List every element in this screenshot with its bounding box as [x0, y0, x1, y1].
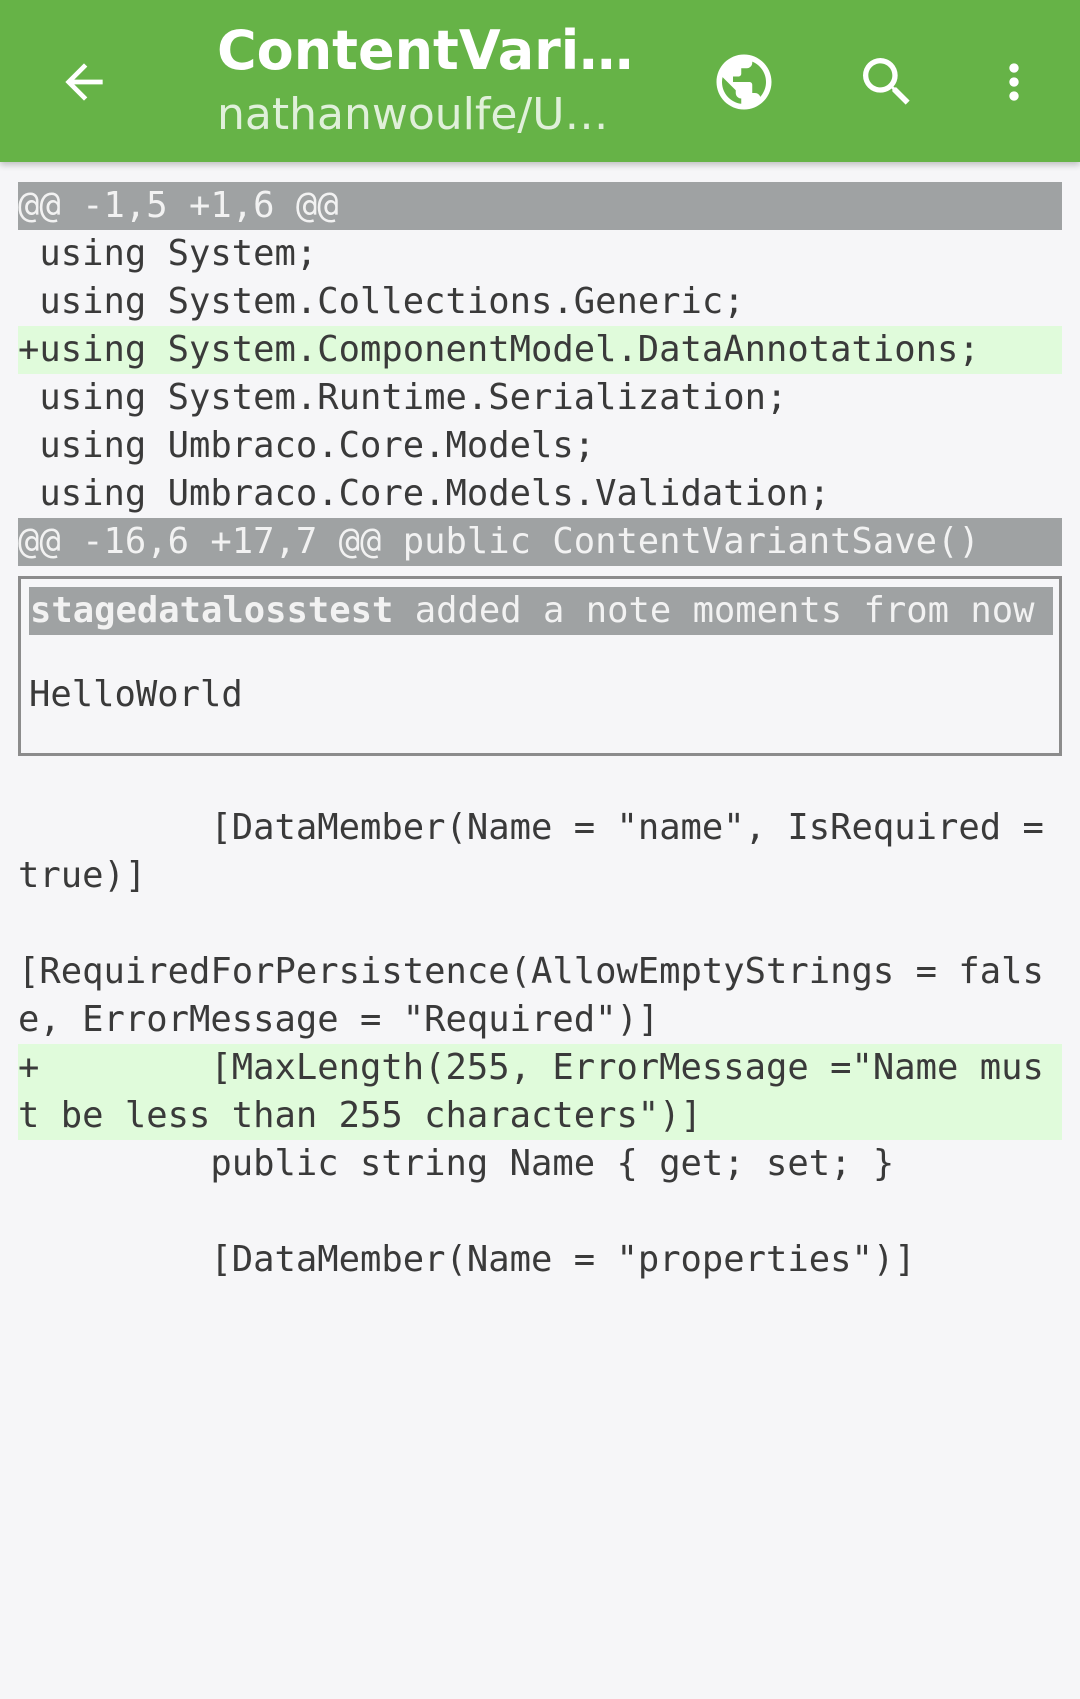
diff-line-context: [18, 900, 1062, 948]
back-button[interactable]: [40, 38, 128, 126]
note-author[interactable]: stagedatalosstest: [30, 590, 393, 631]
diff-lines-bottom: [DataMember(Name = "name", IsRequired = …: [18, 804, 1062, 1284]
note-header: stagedatalosstest added a note moments f…: [29, 587, 1053, 635]
page-title: ContentVariantSave.cs: [217, 19, 647, 82]
diff-line-context: using Umbraco.Core.Models;: [18, 425, 596, 466]
search-button[interactable]: [843, 38, 931, 126]
globe-icon: [716, 54, 772, 110]
search-icon: [863, 58, 910, 105]
diff-line-context: using Umbraco.Core.Models.Validation;: [18, 473, 831, 514]
open-in-browser-button[interactable]: [700, 38, 788, 126]
diff-line-added: + [MaxLength(255, ErrorMessage ="Name mu…: [18, 1044, 1062, 1140]
diff-hunk-header: @@ -1,5 +1,6 @@: [18, 182, 1062, 230]
diff-line-context: [DataMember(Name = "properties")]: [18, 1239, 916, 1280]
diff-line-context: [18, 1188, 1062, 1236]
overflow-menu-button[interactable]: [970, 38, 1058, 126]
diff-line-context: [RequiredForPersistence(AllowEmptyString…: [18, 951, 1044, 1040]
app-bar: ContentVariantSave.cs nathanwoulfe/Umbra…: [0, 0, 1080, 162]
diff-line-context: [DataMember(Name = "name", IsRequired = …: [18, 807, 1066, 896]
more-vert-icon: [1009, 63, 1019, 101]
diff-line-context: public string Name { get; set; }: [18, 1143, 895, 1184]
diff-line-context: using System.Collections.Generic;: [18, 281, 745, 322]
diff-lines-top: @@ -1,5 +1,6 @@ using System; using Syst…: [18, 182, 1062, 566]
diff-view: @@ -1,5 +1,6 @@ using System; using Syst…: [18, 182, 1062, 1284]
note-action: added a note moments from now: [393, 590, 1035, 631]
review-note[interactable]: stagedatalosstest added a note moments f…: [18, 576, 1062, 756]
diff-line-context: using System.Runtime.Serialization;: [18, 377, 788, 418]
diff-line-added: +using System.ComponentModel.DataAnnotat…: [18, 326, 1062, 374]
note-body: HelloWorld: [29, 674, 243, 715]
title-block: ContentVariantSave.cs nathanwoulfe/Umbra…: [217, 18, 647, 144]
page-subtitle: nathanwoulfe/Umbraco-CMS: [217, 89, 647, 140]
arrow-back-icon: [65, 63, 103, 101]
diff-hunk-header: @@ -16,6 +17,7 @@ public ContentVariantS…: [18, 518, 1062, 566]
diff-line-context: using System;: [18, 233, 318, 274]
